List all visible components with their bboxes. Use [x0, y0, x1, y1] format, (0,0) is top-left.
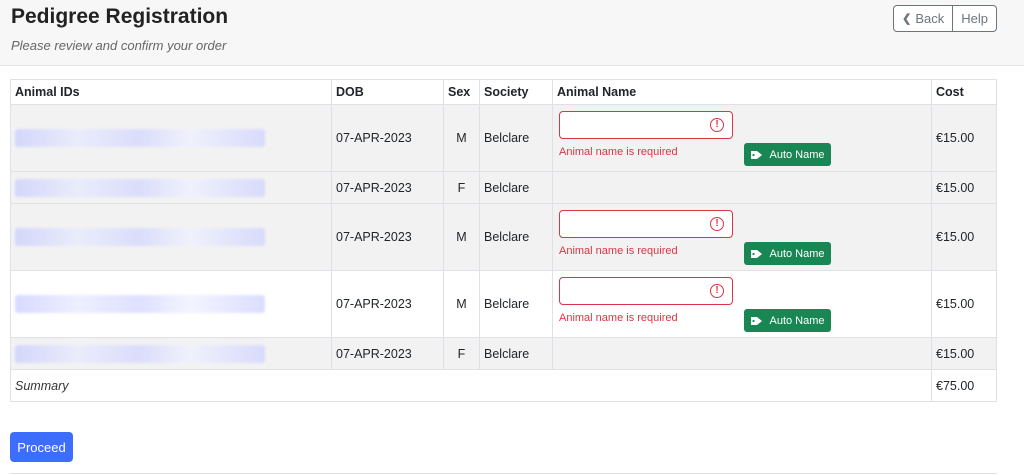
redacted-animal-id — [15, 295, 265, 313]
animal-id-cell — [10, 270, 332, 338]
sex-cell: M — [443, 203, 480, 271]
back-button[interactable]: ❮ Back — [893, 5, 954, 32]
sex-cell: F — [443, 337, 480, 370]
redacted-animal-id — [15, 129, 265, 147]
column-header-cost: Cost — [931, 79, 997, 105]
animal-name-input[interactable]: ! — [559, 210, 733, 238]
table-row: 07-APR-2023 M Belclare ! Animal name is … — [10, 270, 997, 338]
sex-cell: F — [443, 171, 480, 204]
animal-id-cell — [10, 203, 332, 271]
error-icon: ! — [710, 217, 724, 231]
society-cell: Belclare — [479, 270, 553, 338]
tag-icon — [751, 316, 763, 325]
dob-cell: 07-APR-2023 — [331, 203, 444, 271]
cost-cell: €15.00 — [931, 203, 997, 271]
error-icon: ! — [710, 284, 724, 298]
redacted-animal-id — [15, 344, 265, 363]
chevron-left-icon: ❮ — [902, 13, 912, 25]
tag-icon — [751, 249, 763, 258]
auto-name-label: Auto Name — [769, 148, 825, 161]
society-cell: Belclare — [479, 171, 553, 204]
society-cell: Belclare — [479, 203, 553, 271]
header-button-group: ❮ Back Help — [893, 5, 997, 34]
dob-cell: 07-APR-2023 — [331, 270, 444, 338]
society-cell: Belclare — [479, 104, 553, 172]
column-header-society: Society — [479, 79, 553, 105]
summary-row: Summary €75.00 — [10, 369, 997, 402]
proceed-button[interactable]: Proceed — [10, 432, 73, 462]
cost-cell: €15.00 — [931, 337, 997, 370]
redacted-animal-id — [15, 228, 265, 246]
error-message: Animal name is required — [559, 146, 678, 158]
cost-cell: €15.00 — [931, 104, 997, 172]
column-header-animal-ids: Animal IDs — [10, 79, 332, 105]
animal-name-cell: ! Animal name is required Auto Name — [552, 104, 932, 172]
table-header-row: Animal IDs DOB Sex Society Animal Name C… — [10, 79, 997, 105]
auto-name-button[interactable]: Auto Name — [744, 242, 831, 265]
back-button-label: Back — [915, 11, 945, 26]
page-header: Pedigree Registration Please review and … — [0, 0, 1024, 66]
animal-name-cell — [552, 337, 932, 370]
page-title: Pedigree Registration — [11, 5, 229, 28]
cost-cell: €15.00 — [931, 171, 997, 204]
auto-name-label: Auto Name — [769, 314, 825, 327]
animal-name-input[interactable]: ! — [559, 277, 733, 305]
order-table: Animal IDs DOB Sex Society Animal Name C… — [10, 79, 997, 402]
animal-id-cell — [10, 171, 332, 204]
table-row: 07-APR-2023 M Belclare ! Animal name is … — [10, 104, 997, 172]
footer-divider — [10, 473, 997, 474]
error-message: Animal name is required — [559, 245, 678, 257]
dob-cell: 07-APR-2023 — [331, 171, 444, 204]
column-header-sex: Sex — [443, 79, 480, 105]
table-row: 07-APR-2023 F Belclare €15.00 — [10, 337, 997, 370]
animal-name-cell — [552, 171, 932, 204]
summary-label: Summary — [10, 369, 932, 402]
auto-name-button[interactable]: Auto Name — [744, 143, 831, 166]
dob-cell: 07-APR-2023 — [331, 337, 444, 370]
cost-cell: €15.00 — [931, 270, 997, 338]
error-message: Animal name is required — [559, 312, 678, 324]
dob-cell: 07-APR-2023 — [331, 104, 444, 172]
animal-name-input[interactable]: ! — [559, 111, 733, 139]
help-button[interactable]: Help — [953, 5, 997, 32]
sex-cell: M — [443, 104, 480, 172]
summary-cost: €75.00 — [931, 369, 997, 402]
column-header-animal-name: Animal Name — [552, 79, 932, 105]
error-icon: ! — [710, 118, 724, 132]
society-cell: Belclare — [479, 337, 553, 370]
auto-name-label: Auto Name — [769, 247, 825, 260]
page-subtitle: Please review and confirm your order — [11, 38, 227, 53]
animal-id-cell — [10, 104, 332, 172]
sex-cell: M — [443, 270, 480, 338]
table-row: 07-APR-2023 F Belclare €15.00 — [10, 171, 997, 204]
column-header-dob: DOB — [331, 79, 444, 105]
redacted-animal-id — [15, 178, 265, 197]
table-row: 07-APR-2023 M Belclare ! Animal name is … — [10, 203, 997, 271]
auto-name-button[interactable]: Auto Name — [744, 309, 831, 332]
animal-name-cell: ! Animal name is required Auto Name — [552, 203, 932, 271]
animal-name-cell: ! Animal name is required Auto Name — [552, 270, 932, 338]
tag-icon — [751, 150, 763, 159]
animal-id-cell — [10, 337, 332, 370]
